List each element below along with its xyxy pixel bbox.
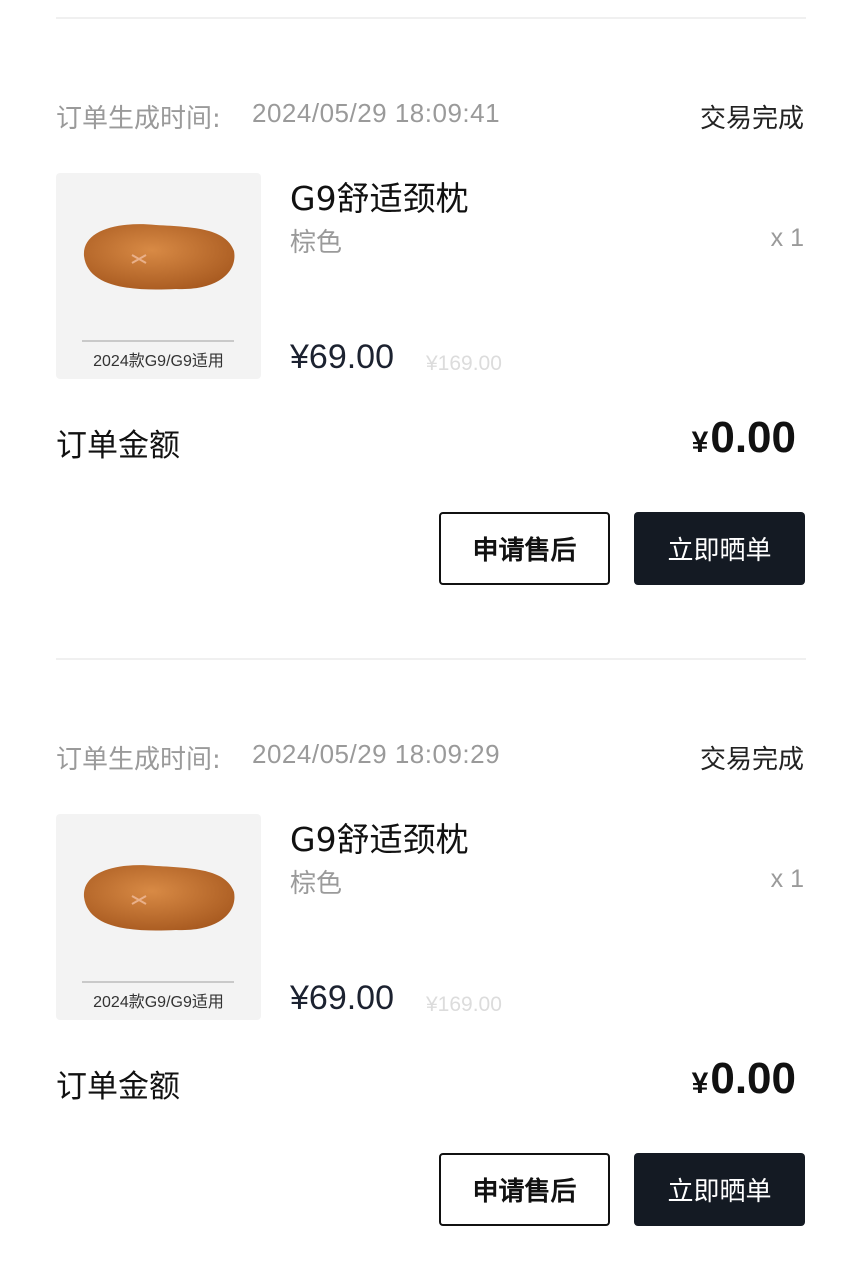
product-name[interactable]: G9舒适颈枕	[290, 172, 469, 220]
after-sales-button[interactable]: 申请售后	[439, 512, 610, 585]
product-variant: 棕色	[290, 869, 343, 899]
neck-pillow-icon	[83, 224, 235, 290]
order-status: 交易完成	[699, 745, 804, 775]
image-divider	[82, 340, 234, 342]
product-quantity: x 1	[770, 224, 804, 252]
order-card: 订单生成时间: 2024/05/29 18:09:41 交易完成 2024款G9…	[0, 0, 860, 640]
order-created-time: 2024/05/29 18:09:41	[252, 98, 501, 128]
order-status: 交易完成	[699, 104, 804, 134]
product-price: ¥69.00	[290, 979, 394, 1017]
order-created-label: 订单生成时间:	[56, 745, 221, 775]
product-image-caption: 2024款G9/G9适用	[93, 353, 224, 370]
image-divider	[82, 981, 234, 983]
order-created-time: 2024/05/29 18:09:29	[252, 739, 501, 769]
product-image-caption: 2024款G9/G9适用	[93, 994, 224, 1011]
after-sales-button[interactable]: 申请售后	[439, 1153, 610, 1226]
product-price: ¥69.00	[290, 338, 394, 376]
currency-symbol: ¥	[691, 1067, 709, 1100]
neck-pillow-icon	[83, 865, 235, 931]
order-total-label: 订单金额	[56, 428, 180, 464]
order-total-number: 0.00	[710, 413, 796, 462]
share-order-button[interactable]: 立即晒单	[634, 1153, 805, 1226]
order-total-amount: ¥0.00	[692, 1054, 796, 1104]
product-original-price: ¥169.00	[426, 352, 502, 375]
product-variant: 棕色	[290, 228, 343, 258]
order-card: 订单生成时间: 2024/05/29 18:09:29 交易完成 2024款G9…	[0, 641, 860, 1281]
product-quantity: x 1	[770, 865, 804, 893]
product-original-price: ¥169.00	[426, 993, 502, 1016]
share-order-button[interactable]: 立即晒单	[634, 512, 805, 585]
currency-symbol: ¥	[691, 426, 709, 459]
order-created-label: 订单生成时间:	[56, 104, 221, 134]
order-total-label: 订单金额	[56, 1069, 180, 1105]
order-total-number: 0.00	[710, 1054, 796, 1103]
product-name[interactable]: G9舒适颈枕	[290, 813, 469, 861]
product-image[interactable]: 2024款G9/G9适用	[56, 173, 261, 379]
order-total-amount: ¥0.00	[692, 413, 796, 463]
product-image[interactable]: 2024款G9/G9适用	[56, 814, 261, 1020]
